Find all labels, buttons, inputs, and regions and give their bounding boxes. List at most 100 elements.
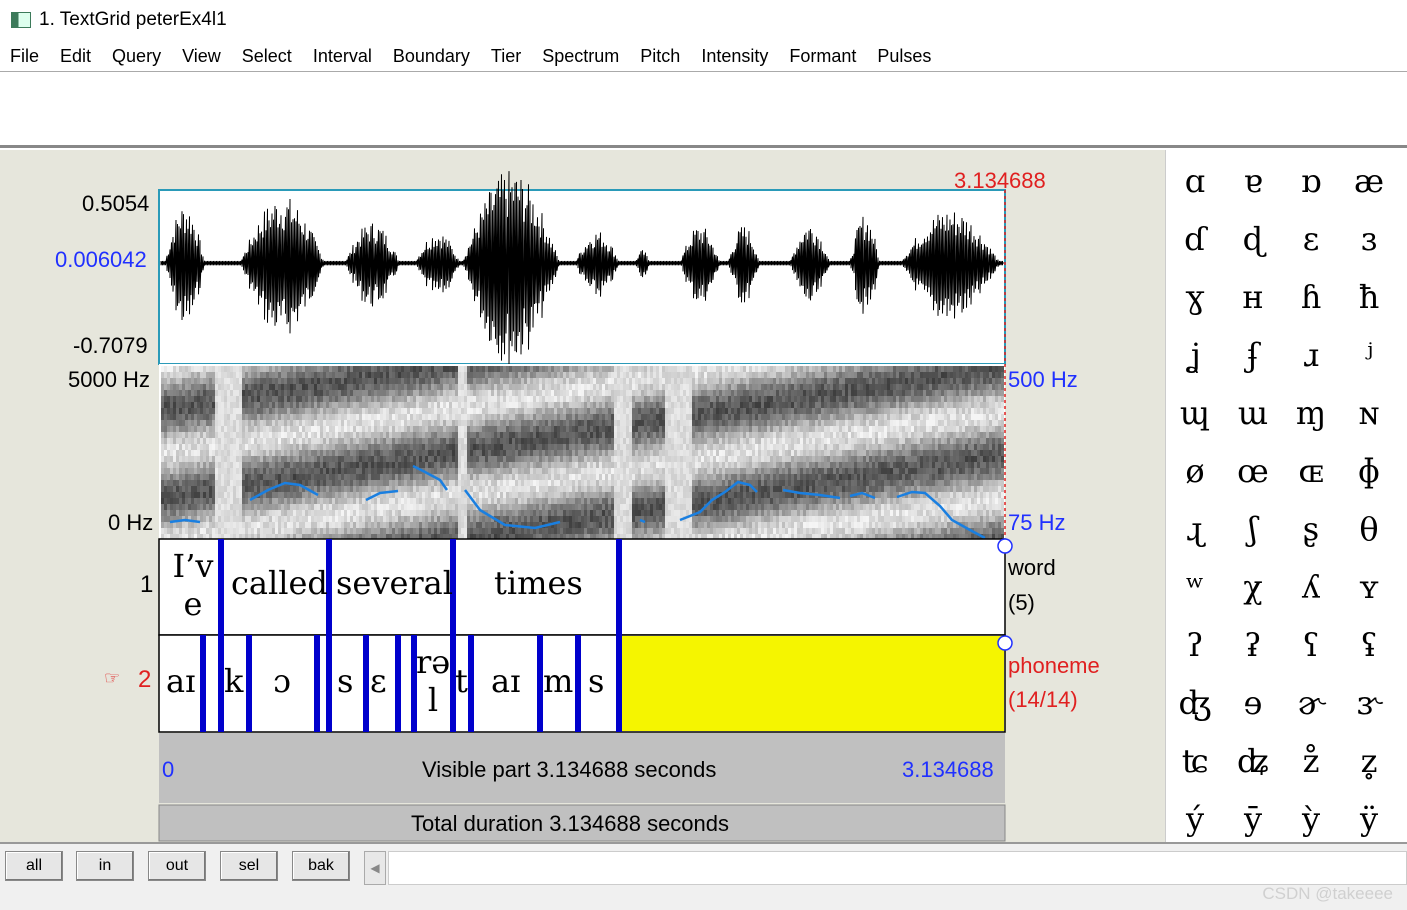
tier2-interval-9[interactable]: t (455, 662, 468, 700)
ipa-symbol[interactable]: ø (1166, 442, 1224, 500)
ipa-symbol[interactable]: ɘ (1224, 674, 1282, 732)
signal-display[interactable] (0, 150, 1165, 842)
ipa-keyboard: ɑɐɒæ ɗɖɛɜ ɣʜɦħ ʝʄɹʲ ɰɯɱɴ øœɶɸ ɻʃʂθ ʷχʎʏ ʔʡʕʢ ʤɘɚɝ… (1165, 150, 1407, 842)
ipa-symbol[interactable]: ɻ (1166, 500, 1224, 558)
tier2-interval-11[interactable]: m (543, 662, 573, 700)
ipa-symbol[interactable]: ỳ (1282, 790, 1340, 848)
time-end-label: 3.134688 (902, 757, 994, 782)
ipa-symbol[interactable]: ɦ (1282, 268, 1340, 326)
ipa-symbol[interactable]: ɴ (1340, 384, 1398, 442)
tier2-interval-2[interactable]: k (224, 662, 243, 700)
ipa-symbol[interactable]: ʕ (1282, 616, 1340, 674)
time-start-label: 0 (162, 757, 175, 782)
editor-canvas[interactable]: 0.5054 0.006042 -0.7079 3.134688 5000 Hz… (0, 150, 1165, 842)
ipa-symbol[interactable]: ɗ (1166, 210, 1224, 268)
ipa-symbol[interactable]: ɚ (1282, 674, 1340, 732)
ipa-symbol[interactable]: æ (1340, 152, 1398, 210)
tier2-interval-12[interactable]: s (588, 662, 604, 700)
tier2-interval-5[interactable]: s (337, 662, 353, 700)
zoom-in-button[interactable]: in (76, 851, 134, 881)
menu-file[interactable]: File (10, 46, 39, 67)
ipa-symbol[interactable]: ʢ (1340, 616, 1398, 674)
ipa-symbol[interactable]: χ (1224, 558, 1282, 616)
tier1-interval-1[interactable]: I’v e (168, 547, 218, 623)
horizontal-scrollbar[interactable] (388, 851, 1407, 885)
ipa-symbol[interactable]: ʃ (1224, 500, 1282, 558)
tier2-interval-10[interactable]: aɪ (491, 662, 520, 700)
ipa-symbol[interactable]: ʥ (1224, 732, 1282, 790)
ipa-symbol[interactable]: ɖ (1224, 210, 1282, 268)
ipa-symbol[interactable]: ɛ (1282, 210, 1340, 268)
menu-interval[interactable]: Interval (313, 46, 372, 67)
zoom-out-button[interactable]: out (148, 851, 206, 881)
ipa-symbol[interactable]: œ (1224, 442, 1282, 500)
watermark: CSDN @takeeee (1262, 884, 1393, 903)
ipa-symbol[interactable]: ʔ (1166, 616, 1224, 674)
ipa-symbol[interactable]: ɹ (1282, 326, 1340, 384)
zoom-selection-button[interactable]: sel (220, 851, 278, 881)
ipa-symbol[interactable]: ʄ (1224, 326, 1282, 384)
menu-boundary[interactable]: Boundary (393, 46, 470, 67)
tier1-interval-2[interactable]: called (231, 564, 328, 602)
ipa-symbol[interactable]: ɱ (1282, 384, 1340, 442)
ipa-symbol[interactable]: ɑ (1166, 152, 1224, 210)
tier2-interval-3[interactable]: ɔ (273, 662, 291, 700)
spectrogram-image (161, 366, 1004, 540)
menu-formant[interactable]: Formant (789, 46, 856, 67)
tier2-interval-1[interactable]: aɪ (166, 662, 195, 700)
menu-intensity[interactable]: Intensity (701, 46, 768, 67)
ipa-symbol[interactable]: ɯ (1224, 384, 1282, 442)
menu-pitch[interactable]: Pitch (640, 46, 680, 67)
zoom-all-button[interactable]: all (5, 851, 63, 881)
ipa-symbol[interactable]: ɰ (1166, 384, 1224, 442)
tier2-marker-icon (997, 635, 1013, 651)
praat-app-icon (11, 12, 31, 28)
ipa-symbol[interactable]: ɸ (1340, 442, 1398, 500)
ipa-symbol[interactable]: ȳ (1224, 790, 1282, 848)
ipa-symbol[interactable]: ʜ (1224, 268, 1282, 326)
window-title: 1. TextGrid peterEx4l1 (39, 9, 227, 30)
tier1-interval-3[interactable]: several (336, 564, 453, 602)
menu-query[interactable]: Query (112, 46, 161, 67)
menu-spectrum[interactable]: Spectrum (542, 46, 619, 67)
interval-text-field[interactable] (0, 73, 1407, 148)
ipa-symbol[interactable]: z̥ (1340, 732, 1398, 790)
visible-part-label: Visible part 3.134688 seconds (422, 757, 717, 782)
menu-view[interactable]: View (182, 46, 221, 67)
ipa-symbol[interactable]: ħ (1340, 268, 1398, 326)
ipa-symbol[interactable]: ɝ (1340, 674, 1398, 732)
selected-interval[interactable] (619, 636, 1004, 731)
ipa-symbol[interactable]: ʲ (1340, 326, 1398, 384)
tier1-marker-icon (997, 538, 1013, 554)
ipa-symbol[interactable]: ý (1166, 790, 1224, 848)
zoom-back-button[interactable]: bak (292, 851, 350, 881)
title-bar: 1. TextGrid peterEx4l1 (0, 0, 1407, 40)
ipa-symbol[interactable]: z̊ (1282, 732, 1340, 790)
menu-pulses[interactable]: Pulses (877, 46, 931, 67)
ipa-symbol[interactable]: ʡ (1224, 616, 1282, 674)
ipa-symbol[interactable]: ÿ (1340, 790, 1398, 848)
menu-bar: File Edit Query View Select Interval Bou… (0, 42, 1407, 72)
ipa-symbol[interactable]: ʨ (1166, 732, 1224, 790)
menu-tier[interactable]: Tier (491, 46, 521, 67)
tier2-interval-8[interactable]: rə l (416, 643, 450, 719)
ipa-symbol[interactable]: ɶ (1282, 442, 1340, 500)
ipa-symbol[interactable]: ʤ (1166, 674, 1224, 732)
total-duration-label: Total duration 3.134688 seconds (411, 811, 730, 836)
ipa-symbol[interactable]: ʏ (1340, 558, 1398, 616)
menu-edit[interactable]: Edit (60, 46, 91, 67)
tier1-interval-4[interactable]: times (494, 564, 583, 602)
ipa-symbol[interactable]: ɐ (1224, 152, 1282, 210)
scroll-left-arrow-icon[interactable]: ◀ (364, 851, 386, 885)
ipa-symbol[interactable]: ɜ (1340, 210, 1398, 268)
ipa-symbol[interactable]: ɒ (1282, 152, 1340, 210)
ipa-symbol[interactable]: ʂ (1282, 500, 1340, 558)
menu-select[interactable]: Select (242, 46, 292, 67)
ipa-symbol[interactable]: ʝ (1166, 326, 1224, 384)
bottom-toolbar: all in out sel bak ◀ CSDN @takeeee (0, 842, 1407, 910)
ipa-symbol[interactable]: θ (1340, 500, 1398, 558)
ipa-symbol[interactable]: ɣ (1166, 268, 1224, 326)
ipa-symbol[interactable]: ʎ (1282, 558, 1340, 616)
tier2-interval-6[interactable]: ɛ (370, 662, 387, 700)
ipa-symbol[interactable]: ʷ (1166, 558, 1224, 616)
